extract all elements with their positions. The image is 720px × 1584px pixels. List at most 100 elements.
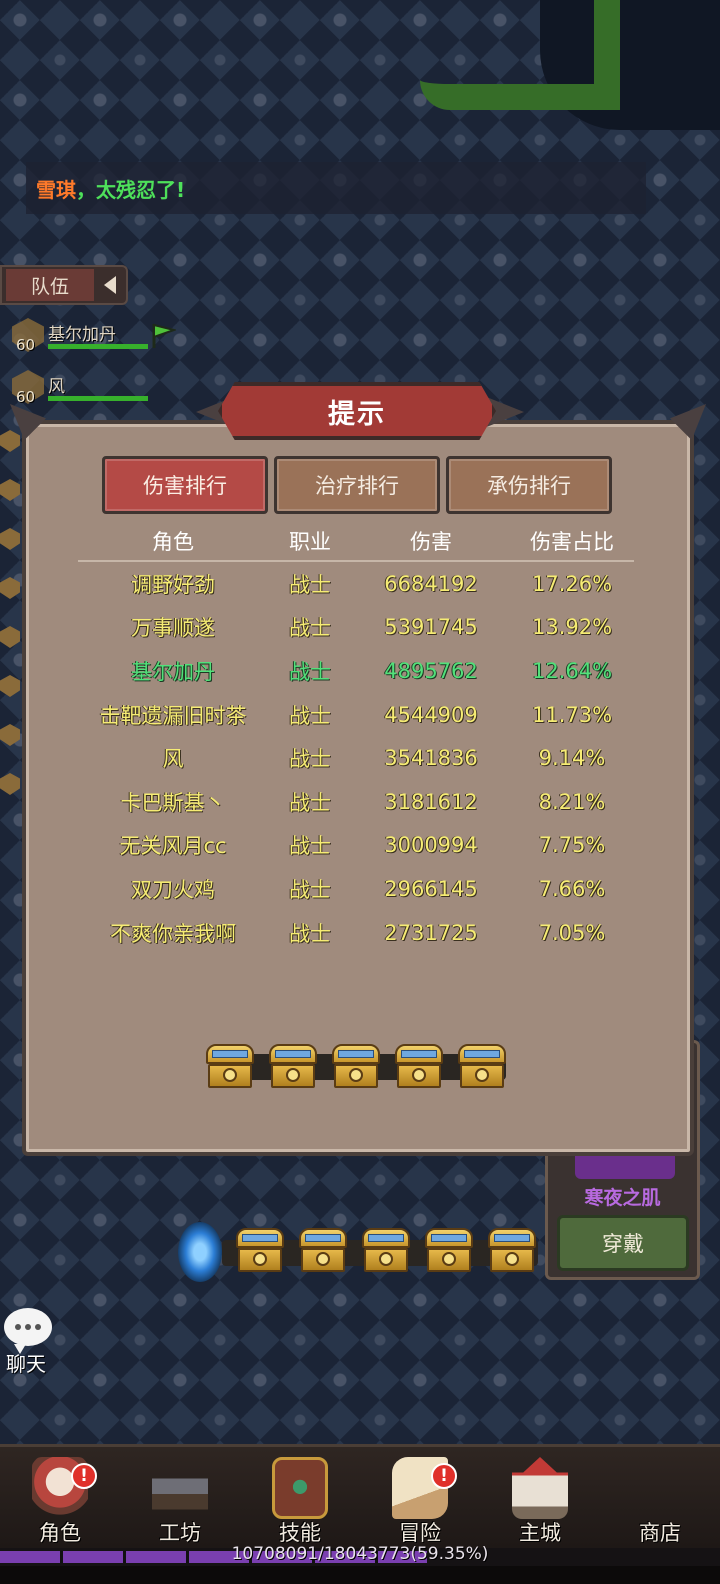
player-name: 风: [162, 747, 184, 772]
treasure-chest-icon[interactable]: [206, 1044, 254, 1090]
table-body: 调野好劲 战士 6684192 17.26% 万事顺遂 战士 5391745 1…: [78, 562, 634, 954]
table-row[interactable]: 击靶遗漏旧时茶 战士 4544909 11.73%: [78, 693, 634, 737]
item-name: 寒夜之肌: [584, 1187, 661, 1209]
skill-book-icon: [272, 1457, 328, 1519]
player-class: 战士: [289, 659, 331, 684]
player-class: 战士: [289, 747, 331, 772]
tab-damage-taken-ranking[interactable]: 承伤排行: [446, 456, 612, 514]
player-damage-share: 7.66%: [538, 876, 606, 901]
member-level: 60: [16, 336, 36, 354]
player-damage: 4895762: [384, 658, 478, 683]
table-row[interactable]: 无关风月cc 战士 3000994 7.75%: [78, 824, 634, 868]
collapse-arrow-icon[interactable]: [104, 276, 116, 294]
nav-label: 商店: [639, 1521, 681, 1545]
chat-button-label[interactable]: 聊天: [6, 1348, 46, 1377]
table-row-self[interactable]: 基尔加丹 战士 4895762 12.64%: [78, 649, 634, 693]
chat-bubble-icon[interactable]: [4, 1308, 52, 1354]
table-row[interactable]: 卡巴斯基丶 战士 3181612 8.21%: [78, 780, 634, 824]
player-name: 卡巴斯基丶: [120, 790, 226, 815]
team-tab-label: 队伍: [6, 269, 94, 301]
treasure-chest-icon[interactable]: [458, 1044, 506, 1090]
chat-banner: 雪琪 ，太残忍了!: [26, 162, 646, 214]
dialog-title: 提示: [218, 382, 496, 440]
treasure-chest-icon[interactable]: [332, 1044, 380, 1090]
treasure-chest-icon[interactable]: [236, 1228, 284, 1274]
ranking-table[interactable]: 角色 职业 伤害 伤害占比 调野好劲 战士 6684192 17.26% 万事顺…: [78, 522, 634, 970]
chat-speaker: 雪琪: [36, 177, 76, 202]
team-tab[interactable]: 队伍: [0, 265, 128, 305]
player-damage: 6684192: [384, 571, 478, 596]
table-row[interactable]: 调野好劲 战士 6684192 17.26%: [78, 562, 634, 606]
player-class: 战士: [289, 790, 331, 815]
member-level: 60: [16, 388, 36, 406]
player-name: 不爽你亲我啊: [110, 921, 236, 946]
nav-label: 冒险: [399, 1521, 441, 1545]
table-row[interactable]: 万事顺遂 战士 5391745 13.92%: [78, 606, 634, 650]
player-name: 万事顺遂: [131, 616, 215, 641]
member-hp-bar: [48, 396, 148, 401]
nav-main-city[interactable]: 主城: [485, 1447, 595, 1551]
castle-icon: [512, 1457, 568, 1519]
wear-button[interactable]: 穿戴: [557, 1215, 689, 1271]
player-damage: 3181612: [384, 789, 478, 814]
player-damage: 2966145: [384, 876, 478, 901]
player-class: 战士: [289, 834, 331, 859]
nav-label: 角色: [39, 1521, 81, 1545]
shop-icon: [632, 1457, 688, 1519]
system-bar: [0, 1566, 720, 1584]
column-header-share: 伤害占比: [530, 530, 614, 554]
player-name: 双刀火鸡: [131, 877, 215, 902]
player-damage: 3541836: [384, 746, 478, 771]
table-row[interactable]: 不爽你亲我啊 战士 2731725 7.05%: [78, 911, 634, 955]
player-name: 无关风月cc: [119, 834, 227, 859]
nav-label: 技能: [279, 1521, 321, 1545]
player-name: 基尔加丹: [131, 659, 215, 684]
treasure-chest-icon[interactable]: [425, 1228, 473, 1274]
member-name: 基尔加丹: [48, 325, 116, 345]
team-member[interactable]: 60 基尔加丹: [8, 318, 208, 362]
treasure-chest-icon[interactable]: [395, 1044, 443, 1090]
player-damage: 2731725: [384, 920, 478, 945]
experience-text: 10708091/18043773(59.35%): [231, 1544, 489, 1564]
treasure-chest-icon[interactable]: [299, 1228, 347, 1274]
player-damage: 3000994: [384, 833, 478, 858]
tab-damage-ranking[interactable]: 伤害排行: [102, 456, 268, 514]
team-member[interactable]: 60 风: [8, 370, 208, 414]
ranking-tabs: 伤害排行 治疗排行 承伤排行: [102, 456, 612, 514]
treasure-chest-icon[interactable]: [269, 1044, 317, 1090]
member-name: 风: [48, 377, 65, 397]
table-row[interactable]: 风 战士 3541836 9.14%: [78, 736, 634, 780]
player-name: 击靶遗漏旧时茶: [99, 703, 247, 728]
portal-icon[interactable]: [178, 1222, 222, 1282]
column-header-role: 角色: [152, 530, 194, 554]
nav-label: 主城: [519, 1521, 561, 1545]
player-class: 战士: [289, 572, 331, 597]
treasure-chest-icon[interactable]: [488, 1228, 536, 1274]
table-header: 角色 职业 伤害 伤害占比: [78, 522, 634, 562]
member-hp-bar: [48, 344, 148, 349]
player-damage: 5391745: [384, 615, 478, 640]
player-name: 调野好劲: [131, 572, 215, 597]
player-damage-share: 11.73%: [531, 702, 613, 727]
team-member-list-overflow: [0, 430, 22, 810]
nav-shop[interactable]: 商店: [605, 1447, 715, 1551]
anvil-icon: [152, 1457, 208, 1519]
player-damage-share: 17.26%: [531, 571, 613, 596]
player-damage-share: 8.21%: [538, 789, 606, 814]
column-header-damage: 伤害: [410, 530, 452, 554]
nav-adventure[interactable]: ! 冒险: [365, 1447, 475, 1551]
nav-workshop[interactable]: 工坊: [125, 1447, 235, 1551]
alert-badge-icon: !: [431, 1463, 457, 1489]
bottom-navigation: ! 角色 工坊 技能 ! 冒险 主城 商店: [0, 1444, 720, 1548]
player-damage-share: 13.92%: [531, 615, 613, 640]
tab-healing-ranking[interactable]: 治疗排行: [274, 456, 440, 514]
leader-flag-icon: [152, 323, 176, 348]
player-damage-share: 7.75%: [538, 833, 606, 858]
table-row[interactable]: 双刀火鸡 战士 2966145 7.66%: [78, 867, 634, 911]
player-damage-share: 7.05%: [538, 920, 606, 945]
treasure-chest-icon[interactable]: [362, 1228, 410, 1274]
player-damage: 4544909: [384, 702, 478, 727]
column-header-class: 职业: [289, 530, 331, 554]
nav-character[interactable]: ! 角色: [5, 1447, 115, 1551]
nav-skills[interactable]: 技能: [245, 1447, 355, 1551]
